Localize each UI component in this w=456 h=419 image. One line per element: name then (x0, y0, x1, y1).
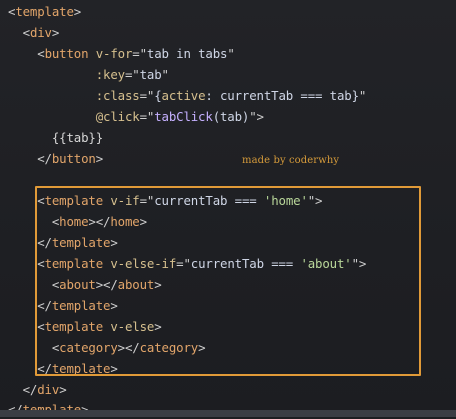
code-token: =" (132, 46, 147, 61)
code-token: button (44, 46, 89, 61)
code-token: tab in tabs (146, 46, 228, 61)
bottom-bar (0, 410, 456, 417)
code-token: > (51, 25, 60, 40)
code-token: =" (124, 67, 140, 82)
code-line: :key="tab" (8, 66, 169, 84)
code-token: v-for (95, 46, 133, 61)
code-token: {{tab}} (51, 130, 104, 145)
code-token: </ (37, 151, 52, 166)
code-line: :class="{active: currentTab === tab}" (8, 87, 367, 105)
code-line: <template> (8, 3, 81, 21)
code-token: :key (95, 67, 125, 82)
code-token: " (358, 88, 367, 103)
code-line: @click="tabClick(tab)"> (8, 108, 264, 126)
code-token: (tab) (212, 109, 250, 124)
code-token: =" (139, 88, 155, 103)
code-token: < (37, 46, 45, 61)
code-token: " (227, 46, 235, 61)
code-token: div (29, 25, 52, 40)
code-line: <button v-for="tab in tabs" (8, 45, 235, 63)
code-token: > (95, 151, 104, 166)
watermark: made by coderwhy (242, 155, 340, 166)
code-line: {{tab}} (8, 129, 103, 147)
code-token: active (161, 88, 206, 103)
code-token: "> (249, 109, 264, 124)
code-token: tab (139, 67, 162, 82)
code-line: <div> (8, 24, 60, 42)
code-token: < (22, 25, 30, 40)
code-token: </ (22, 382, 38, 397)
code-token: template (15, 4, 74, 19)
code-token: :class (95, 88, 140, 103)
highlight-box (35, 186, 421, 376)
code-line: </div> (8, 381, 67, 399)
code-token: =" (139, 109, 155, 124)
code-token: @click (95, 109, 140, 124)
code-editor: <template> <div> <button v-for="tab in t… (0, 0, 456, 417)
code-token: : currentTab === tab} (205, 88, 359, 103)
code-line: </button> (8, 150, 103, 168)
code-token: > (59, 382, 67, 397)
code-token: div (37, 382, 60, 397)
code-token: tabClick (154, 109, 213, 124)
code-token: button (51, 151, 96, 166)
code-token: > (73, 4, 82, 19)
code-token: { (154, 88, 162, 103)
code-token: " (161, 67, 169, 82)
